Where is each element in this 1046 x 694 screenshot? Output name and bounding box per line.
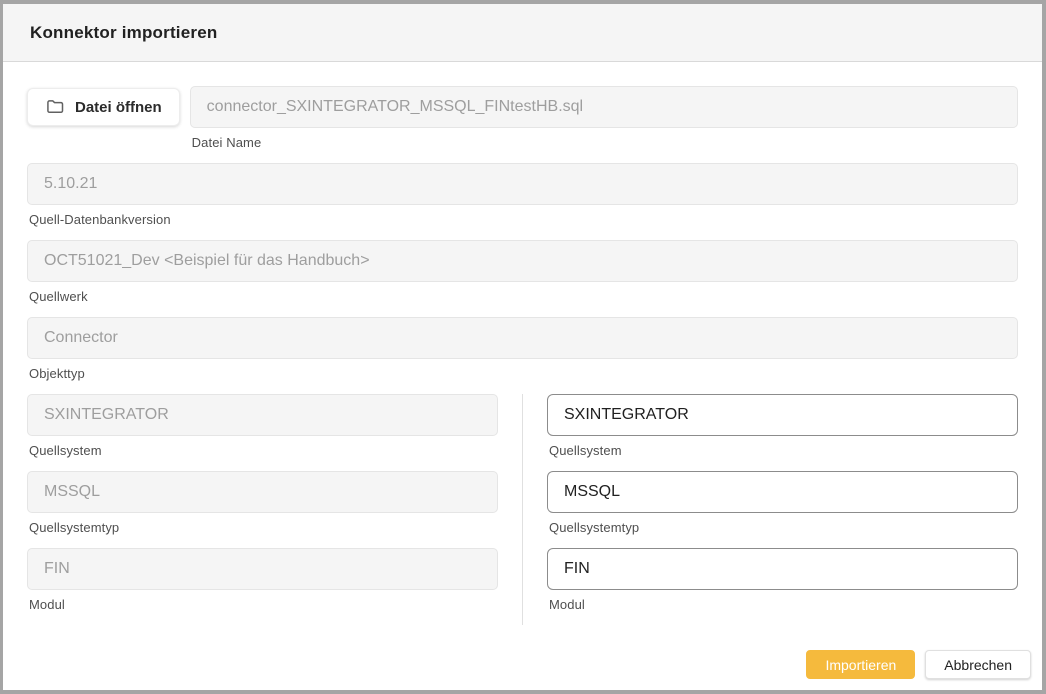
source-module-field: FIN xyxy=(27,548,498,590)
folder-icon xyxy=(45,97,65,117)
target-module-input[interactable] xyxy=(547,548,1018,590)
source-plant-label: Quellwerk xyxy=(29,289,1018,304)
two-column-section: SXINTEGRATOR Quellsystem MSSQL Quellsyst… xyxy=(27,394,1018,625)
target-system-label: Quellsystem xyxy=(549,443,1018,458)
file-name-label: Datei Name xyxy=(192,135,1018,150)
file-row: Datei öffnen connector_SXINTEGRATOR_MSSQ… xyxy=(27,86,1018,150)
source-system-type-label: Quellsystemtyp xyxy=(29,520,498,535)
open-file-button[interactable]: Datei öffnen xyxy=(27,88,180,126)
target-column: Quellsystem Quellsystemtyp Modul xyxy=(547,394,1018,625)
object-type-group: Connector Objekttyp xyxy=(27,317,1018,381)
source-system-group: SXINTEGRATOR Quellsystem xyxy=(27,394,498,458)
target-module-group: Modul xyxy=(547,548,1018,612)
source-plant-field: OCT51021_Dev <Beispiel für das Handbuch> xyxy=(27,240,1018,282)
source-module-label: Modul xyxy=(29,597,498,612)
file-name-field: connector_SXINTEGRATOR_MSSQL_FINtestHB.s… xyxy=(190,86,1018,128)
import-connector-dialog: Konnektor importieren Datei öffnen conne… xyxy=(0,0,1046,694)
target-system-group: Quellsystem xyxy=(547,394,1018,458)
source-module-group: FIN Modul xyxy=(27,548,498,612)
source-system-type-group: MSSQL Quellsystemtyp xyxy=(27,471,498,535)
source-system-field: SXINTEGRATOR xyxy=(27,394,498,436)
target-module-label: Modul xyxy=(549,597,1018,612)
import-button[interactable]: Importieren xyxy=(806,650,915,679)
open-file-button-label: Datei öffnen xyxy=(75,99,162,116)
source-system-type-field: MSSQL xyxy=(27,471,498,513)
dialog-body: Datei öffnen connector_SXINTEGRATOR_MSSQ… xyxy=(3,62,1042,650)
source-db-version-field: 5.10.21 xyxy=(27,163,1018,205)
object-type-label: Objekttyp xyxy=(29,366,1018,381)
cancel-button[interactable]: Abbrechen xyxy=(925,650,1031,679)
source-plant-group: OCT51021_Dev <Beispiel für das Handbuch>… xyxy=(27,240,1018,304)
source-db-version-label: Quell-Datenbankversion xyxy=(29,212,1018,227)
object-type-field: Connector xyxy=(27,317,1018,359)
source-column: SXINTEGRATOR Quellsystem MSSQL Quellsyst… xyxy=(27,394,498,625)
target-system-input[interactable] xyxy=(547,394,1018,436)
source-db-version-group: 5.10.21 Quell-Datenbankversion xyxy=(27,163,1018,227)
source-system-label: Quellsystem xyxy=(29,443,498,458)
file-name-group: connector_SXINTEGRATOR_MSSQL_FINtestHB.s… xyxy=(190,86,1018,150)
dialog-header: Konnektor importieren xyxy=(3,4,1042,62)
dialog-footer: Importieren Abbrechen xyxy=(3,650,1042,690)
column-divider xyxy=(522,394,523,625)
target-system-type-label: Quellsystemtyp xyxy=(549,520,1018,535)
target-system-type-input[interactable] xyxy=(547,471,1018,513)
target-system-type-group: Quellsystemtyp xyxy=(547,471,1018,535)
dialog-title: Konnektor importieren xyxy=(30,23,217,43)
